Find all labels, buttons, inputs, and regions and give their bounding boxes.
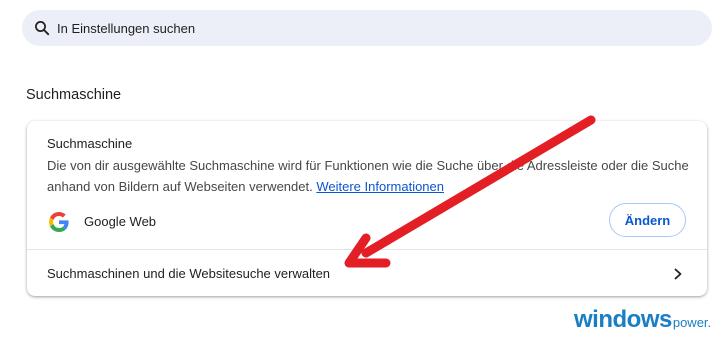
engine-name: Google Web [84,214,157,229]
manage-search-engines-row[interactable]: Suchmaschinen und die Websitesuche verwa… [27,250,707,296]
card-description: Die von dir ausgewählte Suchmaschine wir… [47,155,697,197]
watermark-logo: windows power. [574,306,711,334]
watermark-sub: power. [672,315,712,330]
change-engine-button[interactable]: Ändern [609,203,686,237]
search-engine-card: Suchmaschine Die von dir ausgewählte Suc… [27,121,707,296]
settings-search-bar[interactable]: In Einstellungen suchen [22,10,712,46]
more-info-link[interactable]: Weitere Informationen [316,179,444,194]
watermark-main: windows [574,306,672,333]
card-title: Suchmaschine [47,136,133,151]
manage-search-engines-label: Suchmaschinen und die Websitesuche verwa… [47,266,331,281]
search-input[interactable]: In Einstellungen suchen [57,21,195,36]
section-title: Suchmaschine [26,87,122,103]
google-g-icon [49,212,69,232]
search-icon [34,20,50,36]
chevron-right-icon [673,267,683,280]
selected-engine-row: Google Web [47,204,687,240]
